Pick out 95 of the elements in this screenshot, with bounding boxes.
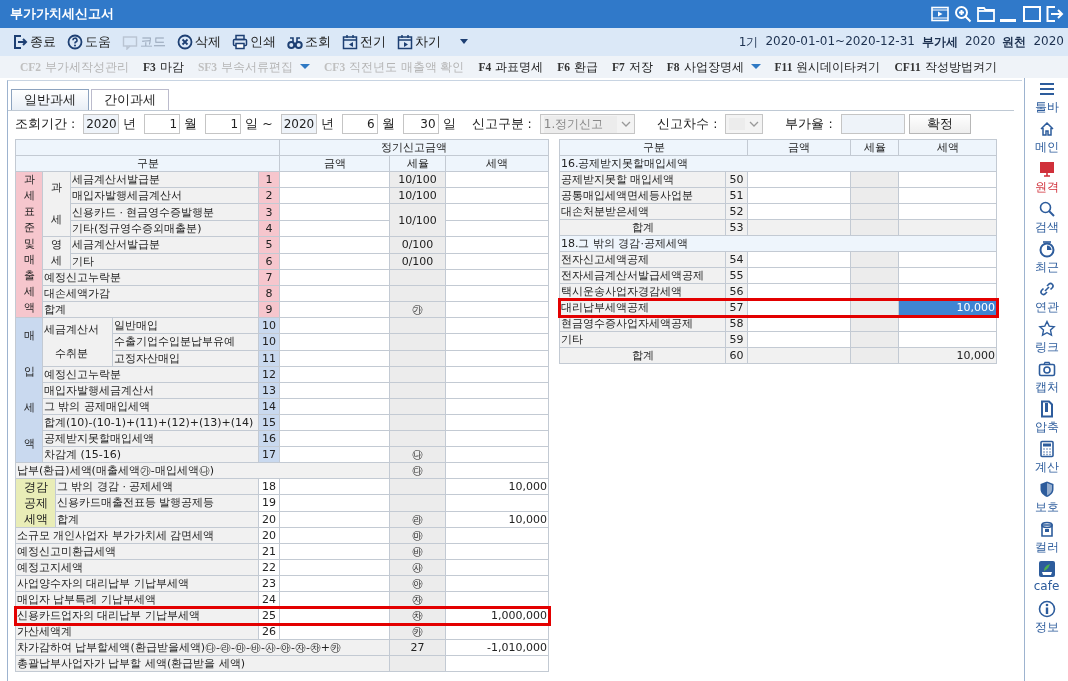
function-key-button[interactable]: F3 마감 <box>143 59 184 75</box>
toolbar-button[interactable]: 전기 <box>342 33 397 51</box>
help-icon <box>67 34 83 50</box>
period-info: 부가세 <box>921 33 958 51</box>
message-icon <box>122 34 138 50</box>
column-header: 세율 <box>850 139 899 156</box>
delete-icon <box>177 34 193 50</box>
field-label: 신고구분 : <box>471 115 532 133</box>
video-icon <box>931 6 949 22</box>
function-key-button[interactable]: F8 사업장명세 <box>666 59 761 75</box>
sidebar-button[interactable]: 검색 <box>1034 200 1059 236</box>
sidebar-button[interactable]: cafe <box>1033 560 1060 596</box>
dropdown-icon <box>750 64 761 70</box>
toolbar-button[interactable]: 도움 <box>67 33 122 51</box>
column-header: 세액 <box>898 139 997 156</box>
input-field[interactable]: 1 <box>205 114 242 134</box>
dropdown-icon <box>300 64 311 70</box>
period-info: 2020 <box>964 33 996 50</box>
toolbar-button[interactable]: 종료 <box>12 33 67 51</box>
field-label: 조회기간 : <box>15 115 76 133</box>
input-field[interactable]: 2020 <box>280 114 317 134</box>
field-label: 월 <box>184 115 198 133</box>
section-label: 과세표준및매출세액 <box>23 172 35 316</box>
maximize-button[interactable] <box>1023 6 1041 22</box>
maximize-icon <box>1023 6 1041 22</box>
calendar-back-icon <box>342 34 358 50</box>
sidebar-button[interactable]: 메인 <box>1034 120 1059 156</box>
column-header: 구분 <box>559 139 748 156</box>
toolbar-button[interactable]: 차기 <box>397 33 452 51</box>
row-label: 대리납부세액공제 <box>559 299 726 316</box>
sidebar-button[interactable]: 정보 <box>1034 600 1059 636</box>
window-title: 부가가치세신고서 <box>10 5 114 23</box>
rate-cell: 10/100 <box>389 203 446 237</box>
field-label: 일 <box>442 115 456 133</box>
input-field[interactable] <box>840 114 905 134</box>
chevron-icon <box>621 121 632 127</box>
period-info: 2020-01-01~2020-12-31 <box>765 33 915 50</box>
toolbar-button[interactable]: 조회 <box>287 33 342 51</box>
field-label: 년 <box>123 115 137 133</box>
zoom-icon <box>954 5 972 23</box>
column-header: 정기신고금액 <box>279 139 549 156</box>
period-info: 2020 <box>1033 33 1064 50</box>
tax-amount: 1,000,000 <box>445 607 549 624</box>
exit-button[interactable] <box>1046 6 1064 22</box>
calendar-forward-icon <box>397 34 413 50</box>
column-header: 금액 <box>747 139 851 156</box>
folder-icon <box>977 6 995 22</box>
sidebar-button[interactable]: 계산 <box>1034 440 1059 476</box>
input-field[interactable]: 6 <box>341 114 378 134</box>
input-field[interactable]: 2020 <box>83 114 120 134</box>
sidebar-button[interactable]: 최근 <box>1034 240 1059 276</box>
rate-cell: ㉷ <box>389 607 446 624</box>
minimize-icon <box>1000 19 1016 22</box>
field-label: 월 <box>381 115 395 133</box>
sidebar-button[interactable]: 원격 <box>1034 160 1059 196</box>
sidebar-button[interactable]: 컬러 <box>1034 520 1059 556</box>
section-label: 경감공제세액 <box>22 479 49 527</box>
section-label: 매입세액 <box>23 328 35 452</box>
binoculars-icon <box>287 34 303 50</box>
field-label: 년 <box>320 115 334 133</box>
sidebar-button[interactable]: 압축 <box>1034 400 1059 436</box>
period-info: 원천 <box>1002 33 1027 51</box>
group-label: 영세 <box>51 237 62 269</box>
sidebar-button[interactable]: 링크 <box>1034 320 1059 356</box>
function-key-button[interactable]: F4 과표명세 <box>478 59 544 75</box>
sidebar-button[interactable]: 캡처 <box>1034 360 1059 396</box>
row-number: 57 <box>725 299 748 316</box>
exit-icon <box>12 34 28 50</box>
printer-icon <box>232 34 248 50</box>
period-info: 1기 <box>738 33 759 51</box>
function-key-button[interactable]: F7 저장 <box>612 59 653 75</box>
confirm-button[interactable]: 확정 <box>908 114 971 134</box>
row-label: 신용카드업자의 대리납부 기납부세액 <box>15 607 259 624</box>
function-key-button[interactable]: F6 환급 <box>557 59 598 75</box>
group-label: 세금계산서 수취분 <box>44 322 99 362</box>
row-number: 25 <box>258 607 280 624</box>
tax-amount[interactable]: 10,000 <box>898 299 997 316</box>
function-key-button[interactable]: CF11 작성방법켜기 <box>894 59 997 75</box>
sidebar-button[interactable]: 연관 <box>1034 280 1059 316</box>
input-field[interactable]: 1 <box>144 114 181 134</box>
input-field[interactable]: 30 <box>402 114 439 134</box>
tab[interactable]: 일반과세 <box>11 89 89 110</box>
field-label: 부가율 : <box>785 115 833 133</box>
sidebar-button[interactable]: 툴바 <box>1034 80 1059 116</box>
group-label: 과세 <box>51 180 62 228</box>
toolbar-button[interactable]: 인쇄 <box>232 33 287 51</box>
field-label: 신고차수 : <box>657 115 718 133</box>
field-label: 일 ~ <box>245 115 273 133</box>
chevron-icon <box>749 121 760 127</box>
exit-icon <box>1046 6 1064 22</box>
toolbar-button[interactable]: 삭제 <box>177 33 232 51</box>
dropdown-icon <box>460 39 468 45</box>
function-key-button[interactable]: F11 원시데이타켜기 <box>774 59 881 75</box>
sidebar-button[interactable]: 보호 <box>1034 480 1059 516</box>
tab[interactable]: 간이과세 <box>91 89 169 110</box>
